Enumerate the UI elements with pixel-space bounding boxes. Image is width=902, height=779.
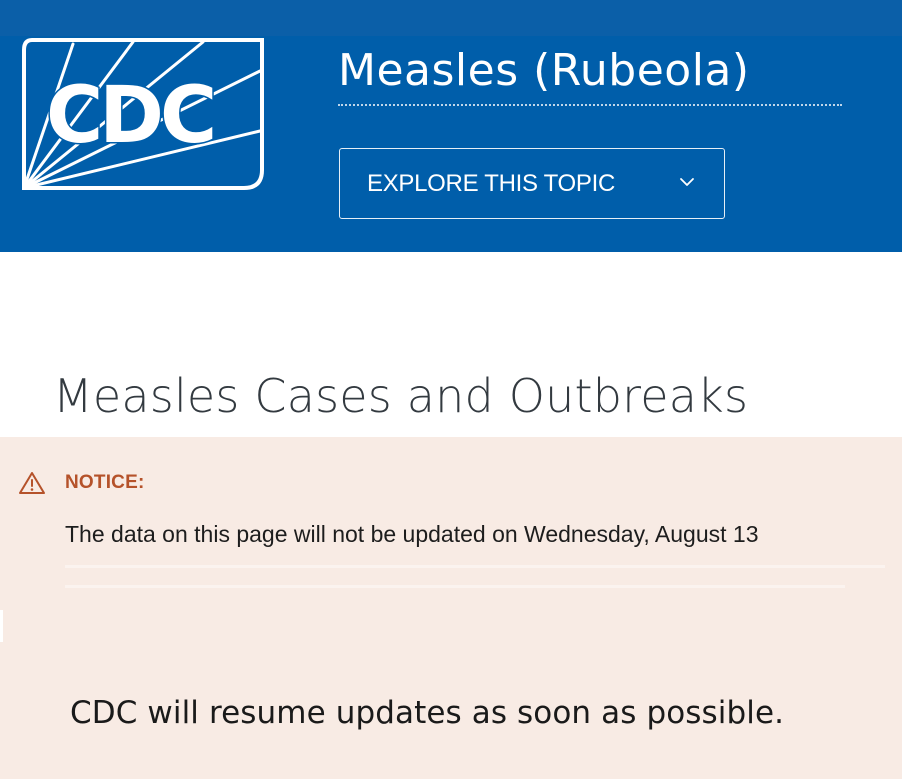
chevron-down-icon bbox=[680, 178, 694, 186]
notice-body: The data on this page will not be update… bbox=[65, 521, 759, 547]
notice-banner: NOTICE: The data on this page will not b… bbox=[0, 437, 902, 779]
site-title[interactable]: Measles (Rubeola) bbox=[338, 38, 842, 106]
explore-topic-button[interactable]: EXPLORE THIS TOPIC bbox=[339, 148, 725, 219]
header-top-band bbox=[0, 0, 902, 36]
cdc-logo[interactable]: CDC bbox=[18, 36, 264, 190]
faint-divider bbox=[65, 565, 885, 568]
edge-mark bbox=[0, 610, 3, 642]
site-header: CDC Measles (Rubeola) EXPLORE THIS TOPIC bbox=[0, 0, 902, 252]
resume-updates-text: CDC will resume updates as soon as possi… bbox=[70, 695, 785, 731]
svg-text:CDC: CDC bbox=[46, 71, 213, 161]
warning-triangle-icon bbox=[19, 472, 45, 494]
cdc-logo-icon: CDC bbox=[22, 38, 264, 190]
faint-divider bbox=[65, 585, 845, 588]
notice-label: NOTICE: bbox=[65, 472, 145, 493]
page-title: Measles Cases and Outbreaks bbox=[53, 368, 749, 423]
explore-topic-label: EXPLORE THIS TOPIC bbox=[367, 170, 616, 197]
